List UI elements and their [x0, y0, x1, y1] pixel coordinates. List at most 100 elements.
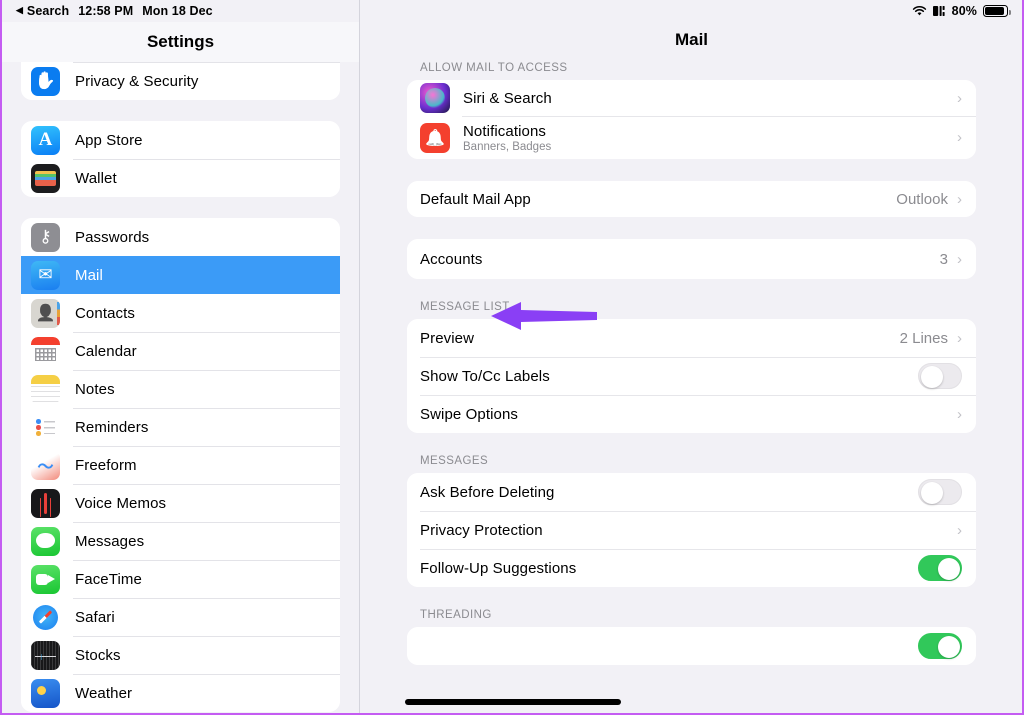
- wifi-icon: [912, 5, 927, 17]
- chevron-right-icon: ›: [957, 405, 962, 423]
- battery-percent-label: 80%: [951, 4, 977, 18]
- sidebar-item-facetime[interactable]: FaceTime: [21, 560, 340, 598]
- section-header-message-list: MESSAGE LIST: [420, 301, 510, 313]
- row-ask-before-deleting[interactable]: Ask Before Deleting: [407, 473, 976, 511]
- sidebar-item-freeform[interactable]: Freeform: [21, 446, 340, 484]
- row-label: Notifications: [463, 122, 547, 140]
- row-accounts[interactable]: Accounts 3 ›: [407, 239, 976, 279]
- sidebar-item-safari[interactable]: Safari: [21, 598, 340, 636]
- sidebar-item-label: Calendar: [75, 342, 137, 360]
- back-to-search-button[interactable]: ◀ Search: [16, 4, 69, 18]
- section-header-messages: MESSAGES: [420, 455, 489, 467]
- row-siri-and-search[interactable]: Siri & Search ›: [407, 80, 976, 116]
- sidebar-item-voice-memos[interactable]: Voice Memos: [21, 484, 340, 522]
- sidebar-item-reminders[interactable]: Reminders: [21, 408, 340, 446]
- sidebar-item-app-store[interactable]: App Store: [21, 121, 340, 159]
- sidebar-item-weather[interactable]: Weather: [21, 674, 340, 712]
- row-value: 2 Lines: [899, 329, 948, 347]
- row-value: 3: [939, 250, 948, 268]
- section-threading: [407, 627, 976, 665]
- row-follow-up-suggestions[interactable]: Follow-Up Suggestions: [407, 549, 976, 587]
- privacy-hand-icon: [31, 66, 60, 96]
- sidebar-item-privacy-security[interactable]: Privacy & Security: [21, 62, 340, 100]
- sidebar-item-label: FaceTime: [75, 570, 142, 588]
- sidebar-item-label: Reminders: [75, 418, 149, 436]
- section-header-allow-access: ALLOW MAIL TO ACCESS: [420, 62, 568, 74]
- status-bar-time: 12:58 PM: [78, 4, 134, 18]
- row-label: Preview: [420, 329, 475, 347]
- sidebar-item-notes[interactable]: Notes: [21, 370, 340, 408]
- toggle-ask-before-deleting[interactable]: [918, 479, 962, 505]
- row-label: Privacy Protection: [420, 521, 543, 539]
- section-allow-access: Siri & Search › Notifications Banners, B…: [407, 80, 976, 159]
- section-header-threading: THREADING: [420, 609, 492, 621]
- sidebar-item-label: Stocks: [75, 646, 121, 664]
- reminders-icon: [31, 412, 60, 442]
- calendar-icon: [31, 336, 60, 366]
- sidebar-item-wallet[interactable]: Wallet: [21, 159, 340, 197]
- wallet-icon: [31, 163, 60, 193]
- row-subtitle: Banners, Badges: [463, 140, 552, 153]
- contacts-icon: [31, 298, 60, 328]
- safari-icon: [31, 602, 60, 632]
- mail-envelope-icon: [31, 260, 60, 290]
- sidebar-item-passwords[interactable]: Passwords: [21, 218, 340, 256]
- row-notifications[interactable]: Notifications Banners, Badges ›: [407, 116, 976, 159]
- row-label: Default Mail App: [420, 190, 531, 208]
- status-bar-right: 80%: [912, 4, 1011, 18]
- mail-settings-panel: Mail ALLOW MAIL TO ACCESS Siri & Search …: [361, 0, 1022, 713]
- row-swipe-options[interactable]: Swipe Options ›: [407, 395, 976, 433]
- chevron-right-icon: ›: [957, 190, 962, 208]
- sidebar-item-calendar[interactable]: Calendar: [21, 332, 340, 370]
- section-messages: Ask Before Deleting Privacy Protection ›…: [407, 473, 976, 587]
- sidebar-item-mail[interactable]: Mail: [21, 256, 340, 294]
- sidebar-item-label: Voice Memos: [75, 494, 167, 512]
- row-privacy-protection[interactable]: Privacy Protection ›: [407, 511, 976, 549]
- row-default-mail-app[interactable]: Default Mail App Outlook ›: [407, 181, 976, 217]
- row-value: Outlook: [896, 190, 948, 208]
- row-threading-first[interactable]: [407, 627, 976, 665]
- sidebar-item-label: Passwords: [75, 228, 150, 246]
- chevron-right-icon: ›: [957, 89, 962, 107]
- app-store-icon: [31, 125, 60, 155]
- sidebar-title: Settings: [2, 22, 359, 62]
- toggle-follow-up-suggestions[interactable]: [918, 555, 962, 581]
- row-label: Accounts: [420, 250, 483, 268]
- sidebar-item-label: Notes: [75, 380, 115, 398]
- toggle-threading[interactable]: [918, 633, 962, 659]
- sidebar-item-contacts[interactable]: Contacts: [21, 294, 340, 332]
- freeform-icon: [31, 450, 60, 480]
- passwords-key-icon: [31, 222, 60, 252]
- row-show-to-cc-labels[interactable]: Show To/Cc Labels: [407, 357, 976, 395]
- chevron-right-icon: ›: [957, 521, 962, 539]
- voice-memos-icon: [31, 488, 60, 518]
- status-bar: ◀ Search 12:58 PM Mon 18 Dec 80%: [2, 0, 1022, 22]
- notifications-bell-icon: [420, 122, 450, 153]
- chevron-right-icon: ›: [957, 129, 962, 146]
- sidebar-group-apps: Passwords Mail Contacts Calendar Notes: [21, 218, 340, 712]
- sidebar-scroll-area[interactable]: Privacy & Security App Store Wallet Pas: [2, 42, 359, 713]
- sidebar-item-stocks[interactable]: Stocks: [21, 636, 340, 674]
- sidebar-item-messages[interactable]: Messages: [21, 522, 340, 560]
- row-label: Siri & Search: [463, 89, 552, 107]
- back-label: Search: [26, 4, 70, 18]
- toggle-show-to-cc-labels[interactable]: [918, 363, 962, 389]
- sidebar-item-label: Weather: [75, 684, 133, 702]
- row-label: Ask Before Deleting: [420, 483, 555, 501]
- section-default-mail-app: Default Mail App Outlook ›: [407, 181, 976, 217]
- section-message-list: Preview 2 Lines › Show To/Cc Labels Swip…: [407, 319, 976, 433]
- row-label: Show To/Cc Labels: [420, 367, 550, 385]
- row-label: Swipe Options: [420, 405, 519, 423]
- home-indicator: [405, 699, 621, 705]
- back-caret-icon: ◀: [16, 4, 23, 15]
- status-bar-date: Mon 18 Dec: [142, 4, 213, 18]
- notes-icon: [31, 374, 60, 404]
- siri-icon: [420, 83, 450, 113]
- ipad-settings-screen: ◀ Search 12:58 PM Mon 18 Dec 80% Setting…: [0, 0, 1024, 715]
- cellular-signal-icon: [932, 5, 946, 17]
- row-preview[interactable]: Preview 2 Lines ›: [407, 319, 976, 357]
- main-scroll-area[interactable]: ALLOW MAIL TO ACCESS Siri & Search › Not…: [361, 62, 1022, 665]
- sidebar-group-store: App Store Wallet: [21, 121, 340, 197]
- sidebar-item-label: Contacts: [75, 304, 135, 322]
- messages-icon: [31, 526, 60, 556]
